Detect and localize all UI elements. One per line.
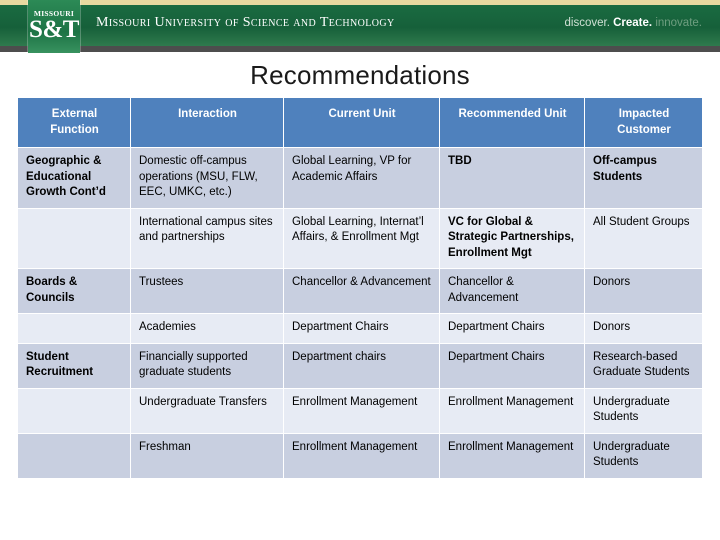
cell-external-function: Boards & Councils [18,269,130,313]
table-row: Academies Department Chairs Department Cha… [18,314,702,343]
column-header-recommended-unit: Recommended Unit [440,98,584,147]
banner-divider-rule [0,46,720,52]
column-header-interaction: Interaction [131,98,283,147]
recommendations-table-wrapper: External Function Interaction Current Un… [0,97,720,479]
cell-recommended-unit: Enrollment Management [440,388,584,433]
table-row: Undergraduate Transfers Enrollment Manage… [18,388,702,433]
cell-recommended-unit: Department Chairs [440,343,584,388]
cell-recommended-unit: Enrollment Management [440,433,584,478]
cell-interaction: International campus sites and partnersh… [131,208,283,268]
table-row: Geographic & Educational Growth Cont’d Do… [18,148,702,208]
cell-current-unit: Global Learning, Internat’l Affairs, & E… [284,208,439,268]
university-name: Missouri University of Science and Techn… [96,15,395,30]
cell-recommended-unit: TBD [440,148,584,208]
cell-impacted-customer: Research-based Graduate Students [585,343,702,388]
logo-main-text: S&T [29,16,79,43]
cell-external-function: Student Recruitment [18,343,130,388]
column-header-impacted-customer: Impacted Customer [585,98,702,147]
cell-impacted-customer: Undergraduate Students [585,433,702,478]
table-header: External Function Interaction Current Un… [18,98,702,147]
table-body: Geographic & Educational Growth Cont’d Do… [18,148,702,478]
table-row: International campus sites and partnersh… [18,208,702,268]
table-row: Student Recruitment Financially supported… [18,343,702,388]
cell-current-unit: Enrollment Management [284,388,439,433]
cell-impacted-customer: Off-campus Students [585,148,702,208]
cell-external-function [18,208,130,268]
recommendations-table: External Function Interaction Current Un… [17,97,703,479]
cell-recommended-unit: VC for Global & Strategic Partnerships, … [440,208,584,268]
cell-current-unit: Department Chairs [284,314,439,343]
cell-interaction: Undergraduate Transfers [131,388,283,433]
cell-impacted-customer: All Student Groups [585,208,702,268]
table-header-row: External Function Interaction Current Un… [18,98,702,147]
cell-recommended-unit: Chancellor & Advancement [440,269,584,313]
cell-current-unit: Global Learning, VP for Academic Affairs [284,148,439,208]
column-header-current-unit: Current Unit [284,98,439,147]
cell-recommended-unit: Department Chairs [440,314,584,343]
tagline-innovate: innovate. [655,17,702,29]
cell-external-function [18,314,130,343]
cell-external-function [18,388,130,433]
missouri-st-logo: MISSOURI S&T [28,0,80,53]
cell-impacted-customer: Donors [585,269,702,313]
cell-external-function: Geographic & Educational Growth Cont’d [18,148,130,208]
table-row: Freshman Enrollment Management Enrollment … [18,433,702,478]
cell-interaction: Academies [131,314,283,343]
university-tagline: discover. Create. innovate. [565,17,702,29]
cell-interaction: Freshman [131,433,283,478]
cell-interaction: Trustees [131,269,283,313]
table-row: Boards & Councils Trustees Chancellor & Ad… [18,269,702,313]
cell-impacted-customer: Donors [585,314,702,343]
cell-current-unit: Department chairs [284,343,439,388]
page-title: Recommendations [250,60,470,90]
cell-current-unit: Enrollment Management [284,433,439,478]
cell-impacted-customer: Undergraduate Students [585,388,702,433]
cell-interaction: Domestic off-campus operations (MSU, FLW… [131,148,283,208]
tagline-discover: discover. [564,17,610,29]
cell-interaction: Financially supported graduate students [131,343,283,388]
column-header-external-function: External Function [18,98,130,147]
cell-external-function [18,433,130,478]
site-banner: MISSOURI S&T Missouri University of Scie… [0,0,720,53]
tagline-create: Create. [613,17,653,29]
cell-current-unit: Chancellor & Advancement [284,269,439,313]
